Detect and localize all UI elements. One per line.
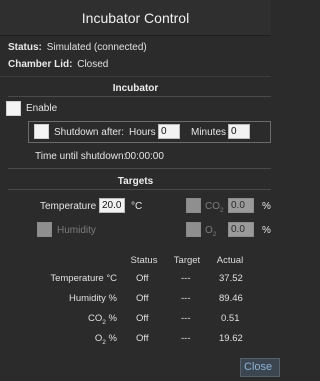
o2-target-input[interactable]: 0.0 <box>228 222 254 237</box>
o2-target-label: O2 <box>205 225 217 238</box>
o2-target-checkbox[interactable] <box>186 222 201 237</box>
target-column-header: Target <box>173 255 201 266</box>
enable-checkbox[interactable] <box>6 101 21 116</box>
lid-label: Chamber Lid: <box>8 59 73 70</box>
row-label: Humidity % <box>68 293 117 304</box>
actual-column-header: Actual <box>216 255 244 266</box>
o2-target-unit: % <box>262 225 271 236</box>
window-title-bar: Incubator Control <box>0 0 271 36</box>
temperature-target-unit: °C <box>131 201 143 212</box>
divider <box>0 76 271 77</box>
enable-label: Enable <box>26 103 58 114</box>
divider <box>8 189 271 190</box>
co2-target-unit: % <box>262 201 271 212</box>
shutdown-label: Shutdown after: <box>54 127 125 138</box>
hours-input[interactable]: 0 <box>158 124 180 139</box>
status-column-header: Status <box>130 255 158 266</box>
status-value: Simulated (connected) <box>46 42 147 53</box>
temperature-target-label: Temperature <box>40 201 97 212</box>
temperature-target-input[interactable]: 20.0 <box>99 198 125 213</box>
status-line: Status: Simulated (connected) <box>8 42 147 53</box>
incubator-section-title: Incubator <box>112 83 159 94</box>
window-title: Incubator Control <box>81 9 190 26</box>
row-status: Off <box>136 273 149 284</box>
row-actual: 19.62 <box>219 333 243 344</box>
row-label: CO2 % <box>88 313 117 326</box>
minutes-input[interactable]: 0 <box>228 124 250 139</box>
divider <box>8 96 271 97</box>
row-status: Off <box>136 333 149 344</box>
hours-label: Hours <box>129 127 156 138</box>
lid-value: Closed <box>77 59 109 70</box>
row-target: --- <box>181 273 191 284</box>
lid-line: Chamber Lid: Closed <box>8 59 108 70</box>
co2-target-checkbox[interactable] <box>186 198 201 213</box>
time-until-value: 00:00:00 <box>125 151 164 162</box>
humidity-target-label: Humidity <box>57 225 96 236</box>
row-label: Temperature °C <box>50 273 117 284</box>
humidity-target-checkbox[interactable] <box>37 222 52 237</box>
row-actual: 89.46 <box>219 293 243 304</box>
status-label: Status: <box>8 42 42 53</box>
row-target: --- <box>181 333 191 344</box>
divider <box>8 168 271 169</box>
row-target: --- <box>181 293 191 304</box>
row-target: --- <box>181 313 191 324</box>
row-actual: 37.52 <box>219 273 243 284</box>
close-button[interactable]: Close <box>240 358 280 377</box>
co2-target-input[interactable]: 0.0 <box>228 198 254 213</box>
co2-target-label: CO2 <box>205 201 224 214</box>
row-status: Off <box>136 293 149 304</box>
shutdown-checkbox[interactable] <box>34 124 49 139</box>
time-until-label: Time until shutdown: <box>35 151 127 162</box>
minutes-label: Minutes <box>191 127 227 138</box>
row-label: O2 % <box>94 333 117 346</box>
targets-section-title: Targets <box>117 176 154 187</box>
row-actual: 0.51 <box>221 313 240 324</box>
row-status: Off <box>136 313 149 324</box>
